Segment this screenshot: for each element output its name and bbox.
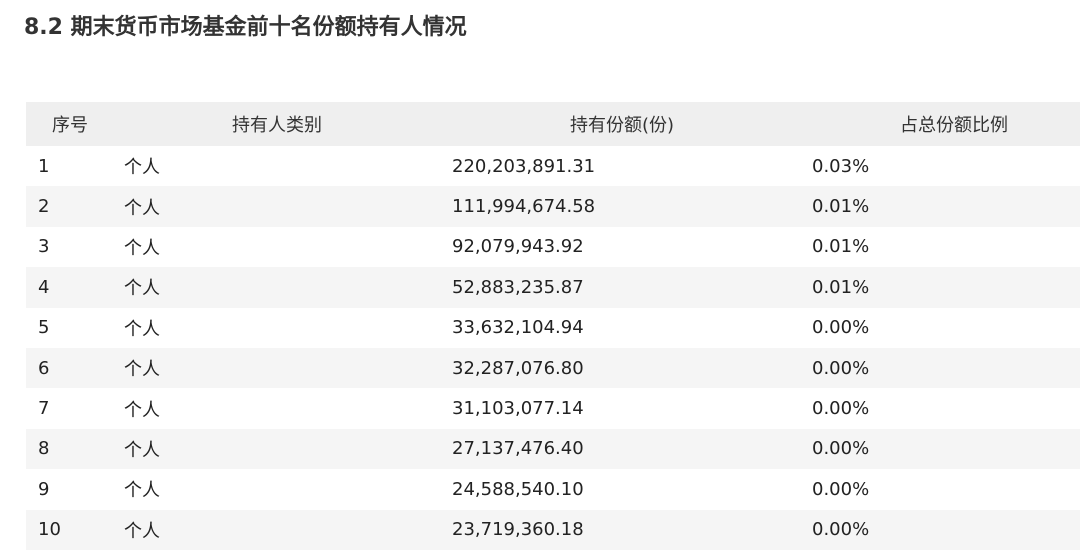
holder-type-cell: 个人 [124,318,160,340]
holder-type-cell: 个人 [124,197,160,219]
shares-held-cell: 31,103,077.14 [452,398,584,420]
header-share-ratio: 占总份额比例 [900,115,1008,136]
serial-number-cell: 6 [38,357,50,379]
table-header: 序号 持有人类别 持有份额(份) 占总份额比例 [26,102,1080,146]
share-ratio-cell: 0.00% [812,357,870,379]
share-ratio-cell: 0.00% [812,438,870,460]
share-ratio-cell: 0.03% [812,155,870,177]
holder-type-cell: 个人 [124,399,160,421]
holder-type-cell: 个人 [124,480,160,502]
table-row: 9 个人 24,588,540.10 0.00% [26,469,1080,509]
table-row: 3 个人 92,079,943.92 0.01% [26,227,1080,267]
holder-type-cell: 个人 [124,359,160,381]
shares-held-cell: 24,588,540.10 [452,478,584,500]
share-ratio-cell: 0.00% [812,478,870,500]
holder-type-cell: 个人 [124,520,160,542]
shares-held-cell: 27,137,476.40 [452,438,584,460]
shares-held-cell: 92,079,943.92 [452,236,584,258]
share-ratio-cell: 0.01% [812,196,870,218]
page: { "title": "8.2 期末货币市场基金前十名份额持有人情况", "ta… [0,0,1080,550]
holder-type-cell: 个人 [124,439,160,461]
shares-held-cell: 52,883,235.87 [452,276,584,298]
table-row: 4 个人 52,883,235.87 0.01% [26,267,1080,308]
share-ratio-cell: 0.01% [812,276,870,298]
serial-number-cell: 4 [38,276,50,298]
serial-number-cell: 2 [38,196,50,218]
serial-number-cell: 8 [38,438,50,460]
shares-held-cell: 32,287,076.80 [452,357,584,379]
serial-number-cell: 5 [38,317,50,339]
table-row: 2 个人 111,994,674.58 0.01% [26,186,1080,227]
serial-number-cell: 9 [38,478,50,500]
serial-number-cell: 1 [38,155,50,177]
holder-type-cell: 个人 [124,157,160,179]
header-holder-type: 持有人类别 [232,115,322,136]
table-row: 7 个人 31,103,077.14 0.00% [26,388,1080,428]
header-serial-number: 序号 [52,115,88,136]
holder-type-cell: 个人 [124,237,160,259]
table-body: 1 个人 220,203,891.31 0.03% 2 个人 111,994,6… [26,146,1080,550]
table-row: 10 个人 23,719,360.18 0.00% [26,509,1080,550]
table-row: 8 个人 27,137,476.40 0.00% [26,428,1080,470]
section-title: 8.2 期末货币市场基金前十名份额持有人情况 [24,15,467,40]
share-ratio-cell: 0.00% [812,317,870,339]
shares-held-cell: 220,203,891.31 [452,155,596,177]
share-ratio-cell: 0.00% [812,519,870,541]
shares-held-cell: 23,719,360.18 [452,519,584,541]
serial-number-cell: 10 [38,519,61,541]
serial-number-cell: 3 [38,236,50,258]
shares-held-cell: 111,994,674.58 [452,196,596,218]
shares-held-cell: 33,632,104.94 [452,317,584,339]
header-shares-held: 持有份额(份) [570,115,675,136]
share-ratio-cell: 0.01% [812,236,870,258]
holder-type-cell: 个人 [124,278,160,300]
serial-number-cell: 7 [38,398,50,420]
table-row: 1 个人 220,203,891.31 0.03% [26,146,1080,186]
header-row: 序号 持有人类别 持有份额(份) 占总份额比例 [26,102,1080,146]
share-ratio-cell: 0.00% [812,398,870,420]
table-row: 5 个人 33,632,104.94 0.00% [26,308,1080,348]
table-row: 6 个人 32,287,076.80 0.00% [26,347,1080,389]
top-ten-holders-table: 序号 持有人类别 持有份额(份) 占总份额比例 1 个人 220,203,891… [26,102,1080,550]
